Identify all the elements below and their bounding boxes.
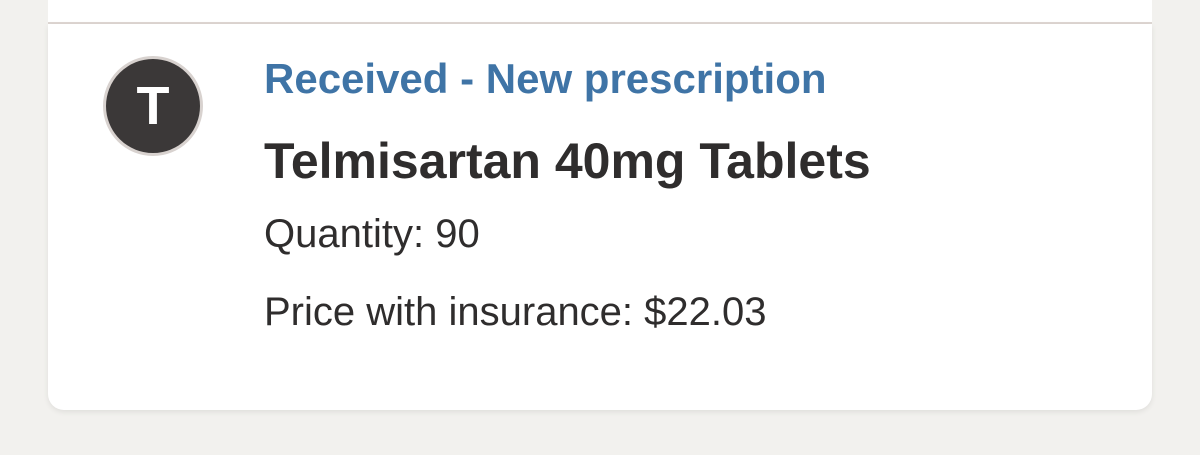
status-label: Received - New prescription (264, 55, 827, 102)
previous-card-edge (48, 0, 1152, 24)
avatar: T (103, 56, 203, 156)
price-text: Price with insurance: $22.03 (264, 290, 767, 334)
quantity-text: Quantity: 90 (264, 212, 480, 256)
prescription-details: Received - New prescription Telmisartan … (264, 54, 1124, 336)
prescription-card[interactable]: T Received - New prescription Telmisarta… (48, 24, 1152, 410)
drug-name: Telmisartan 40mg Tablets (264, 133, 871, 189)
